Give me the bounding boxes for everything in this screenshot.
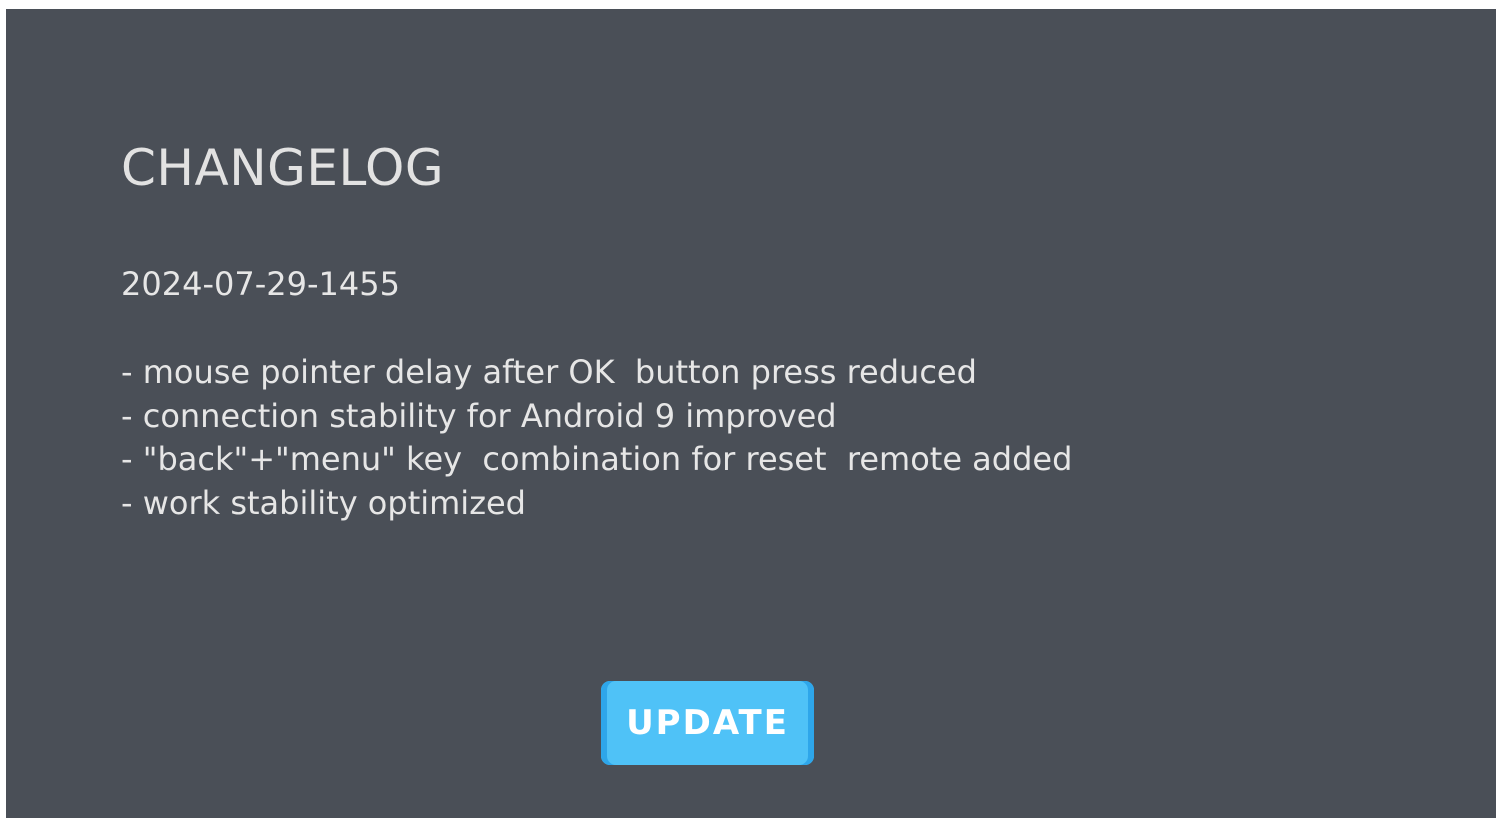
change-item: - work stability optimized bbox=[121, 483, 526, 522]
changelog-title: CHANGELOG bbox=[121, 139, 445, 197]
changelog-screen: CHANGELOG 2024-07-29-1455 - mouse pointe… bbox=[6, 9, 1496, 818]
changes-list: - mouse pointer delay after OK button pr… bbox=[121, 351, 1072, 525]
change-item: - "back"+"menu" key combination for rese… bbox=[121, 440, 1073, 478]
change-item: - connection stability for Android 9 imp… bbox=[121, 396, 837, 435]
version-label: 2024-07-29-1455 bbox=[121, 265, 400, 303]
change-item: - mouse pointer delay after OK button pr… bbox=[121, 353, 977, 391]
update-button[interactable]: UPDATE bbox=[601, 681, 814, 765]
